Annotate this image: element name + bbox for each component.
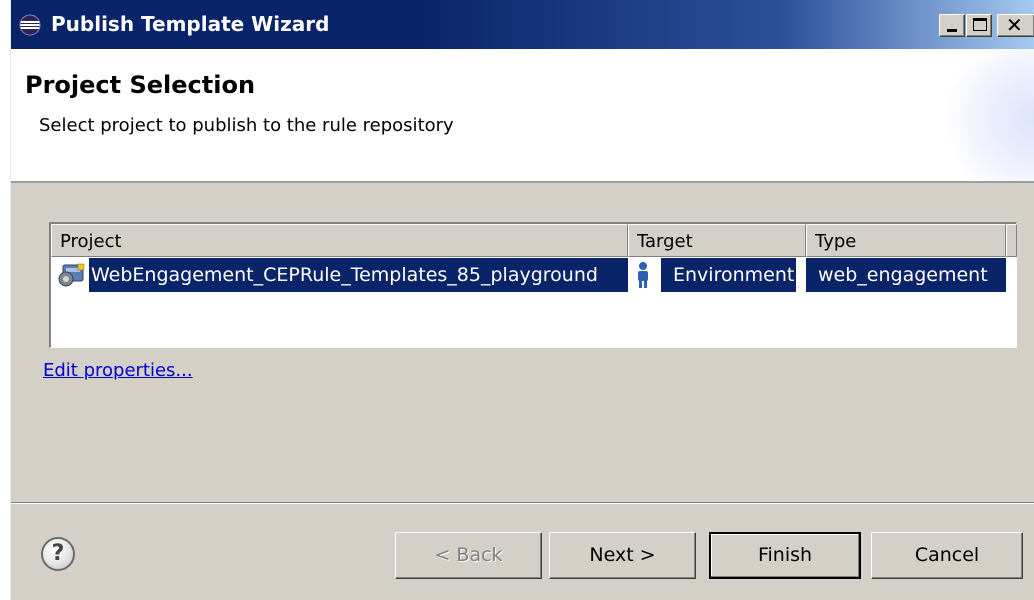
table-header: Project Target Type [51,224,1017,257]
close-button[interactable]: ✕ [997,13,1034,37]
edit-properties-link[interactable]: Edit properties... [43,360,193,381]
column-header-project[interactable]: Project [51,224,628,257]
minimize-button[interactable] [939,14,965,37]
maximize-icon [973,18,987,31]
finish-button[interactable]: Finish [709,532,861,579]
title-bar[interactable]: Publish Template Wizard ✕ [11,0,1034,49]
person-icon [638,262,648,288]
row-target: Environment [661,258,796,292]
help-icon[interactable]: ? [41,537,75,571]
column-header-type[interactable]: Type [806,224,1006,257]
maximize-button[interactable] [966,14,992,37]
project-table[interactable]: Project Target Type WebEngagement_CEPRul… [49,222,1017,348]
wizard-window: Publish Template Wizard ✕ Project Select… [10,0,1034,600]
column-header-filler [1006,224,1017,257]
header-banner-graphic [935,49,1034,181]
row-type: web_engagement [806,258,1006,292]
table-row[interactable]: WebEngagement_CEPRule_Templates_85_playg… [51,258,1017,292]
project-gear-icon [58,263,85,287]
minimize-icon [947,29,957,32]
footer-divider [11,502,1034,504]
eclipse-icon [19,14,41,36]
next-button[interactable]: Next > [549,532,696,579]
column-header-target[interactable]: Target [628,224,806,257]
wizard-header: Project Selection Select project to publ… [11,49,1034,183]
cancel-button[interactable]: Cancel [871,532,1023,579]
window-title: Publish Template Wizard [51,12,330,36]
row-project-name: WebEngagement_CEPRule_Templates_85_playg… [89,258,628,292]
back-button[interactable]: < Back [395,532,542,579]
close-icon: ✕ [1006,13,1023,37]
page-title: Project Selection [25,71,256,99]
page-description: Select project to publish to the rule re… [39,115,454,136]
